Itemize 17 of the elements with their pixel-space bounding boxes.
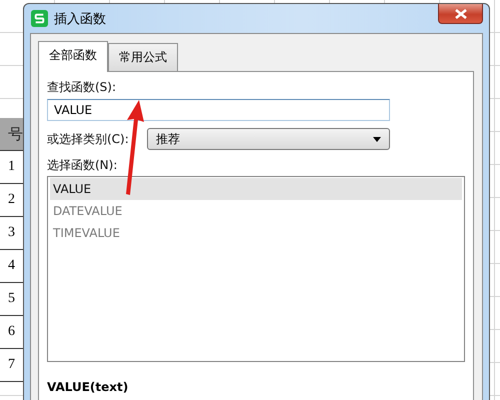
function-item[interactable]: VALUE [50, 178, 462, 200]
tab[interactable]: 全部函数 [38, 41, 108, 72]
app-logo-icon [31, 10, 48, 27]
category-dropdown[interactable]: 推荐 [147, 128, 390, 150]
dropdown-arrow-icon [373, 136, 381, 142]
field-label: 选择函数(N): [47, 157, 118, 174]
field-label: 或选择类别(C): [47, 130, 129, 148]
search-field[interactable]: VALUE [47, 99, 390, 121]
function-item[interactable]: TIMEVALUE [50, 222, 462, 244]
column-header: 号 [0, 118, 23, 151]
field-label: 查找函数(S): [47, 79, 116, 96]
tab[interactable]: 常用公式 [108, 43, 178, 71]
close-button[interactable] [438, 4, 483, 24]
window-title: 插入函数 [54, 10, 106, 28]
function-item[interactable]: DATEVALUE [50, 200, 462, 222]
function-signature: VALUE(text) [47, 380, 128, 394]
close-icon [454, 8, 466, 18]
